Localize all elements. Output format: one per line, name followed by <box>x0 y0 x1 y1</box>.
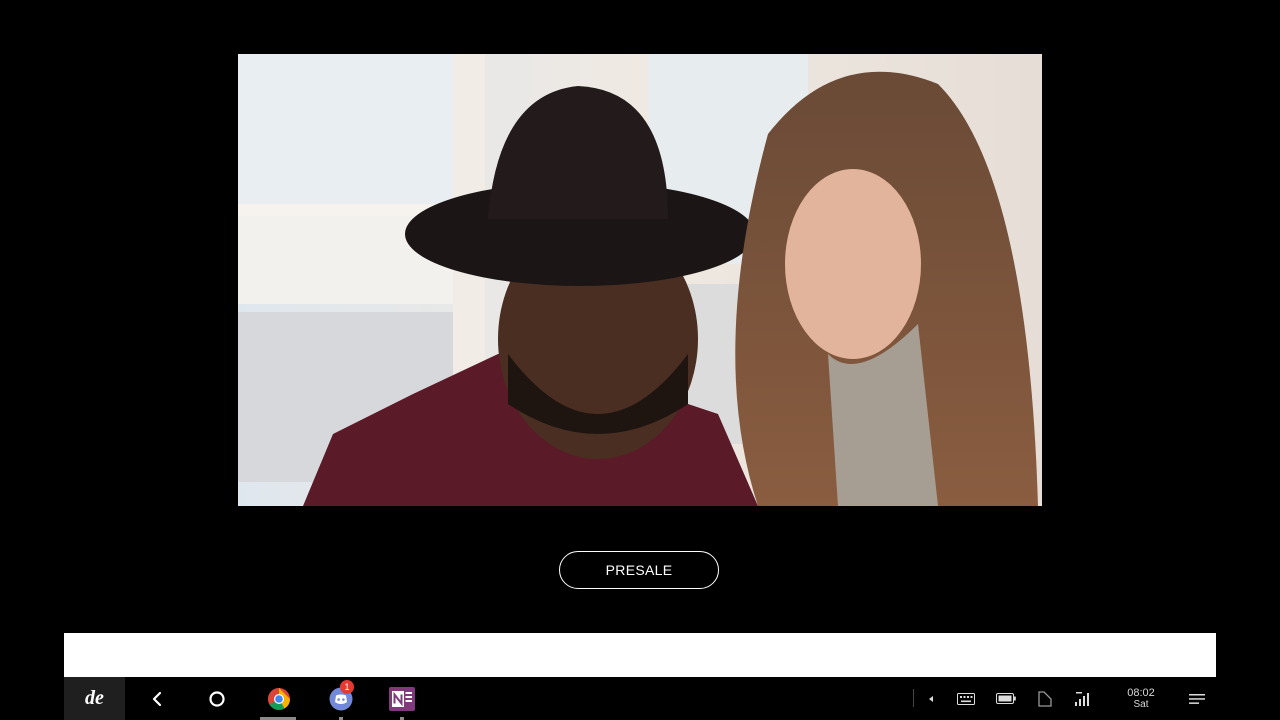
keyboard-button[interactable] <box>952 677 980 720</box>
home-circle-icon <box>209 690 225 707</box>
clock-day: Sat <box>1133 698 1149 710</box>
clock-time: 08:02 <box>1127 686 1155 699</box>
presale-button[interactable]: PRESALE <box>559 551 719 589</box>
notifications-button[interactable] <box>1182 677 1212 720</box>
app-onenote[interactable] <box>381 677 423 720</box>
hero-image <box>238 54 1042 506</box>
network-status[interactable] <box>1070 677 1096 720</box>
battery-icon <box>996 693 1016 704</box>
back-button[interactable] <box>135 677 179 720</box>
tray-separator <box>913 689 914 707</box>
screen: PRESALE de 1 08:02 Sat <box>0 0 1280 720</box>
white-banner <box>64 633 1216 677</box>
sd-card-status[interactable] <box>1032 677 1058 720</box>
clock[interactable]: 08:02 Sat <box>1118 677 1164 720</box>
back-arrow-icon <box>152 691 162 706</box>
launcher-button[interactable]: de <box>64 677 125 720</box>
keyboard-icon <box>957 692 975 705</box>
taskbar: de 1 08:02 Sat <box>0 677 1280 720</box>
photo-people-icon <box>238 54 1042 506</box>
menu-lines-icon <box>1189 693 1205 704</box>
chrome-icon <box>268 687 290 710</box>
sd-card-icon <box>1038 690 1052 707</box>
signal-icon <box>1075 691 1089 706</box>
app-discord[interactable]: 1 <box>320 677 362 720</box>
tray-expand-button[interactable] <box>922 677 940 720</box>
home-button[interactable] <box>195 677 239 720</box>
launcher-logo: de <box>85 687 104 709</box>
onenote-icon <box>389 686 415 711</box>
notification-badge: 1 <box>340 680 354 694</box>
app-chrome[interactable] <box>258 677 300 720</box>
caret-left-icon <box>929 695 933 702</box>
battery-status[interactable] <box>992 677 1020 720</box>
